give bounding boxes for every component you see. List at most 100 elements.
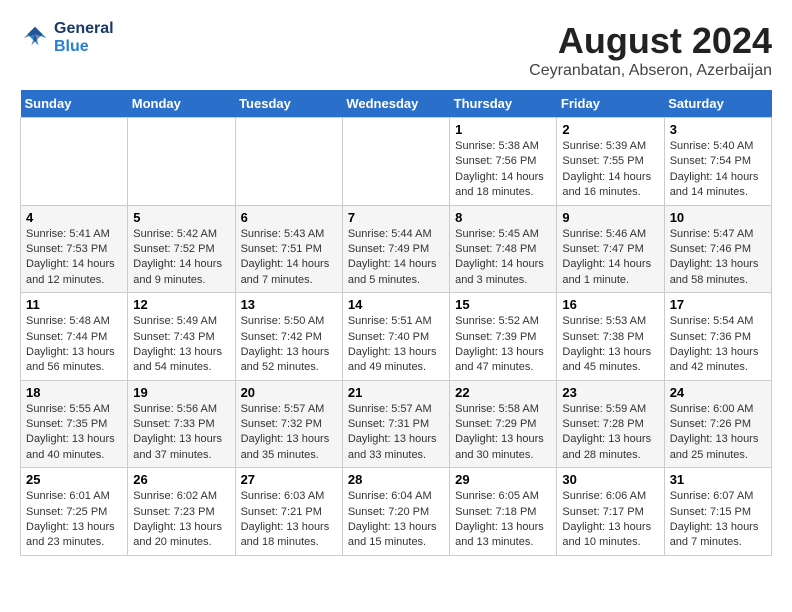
page-header: General Blue August 2024 Ceyranbatan, Ab… bbox=[20, 20, 772, 80]
day-number: 15 bbox=[455, 297, 551, 312]
day-info: Sunrise: 5:53 AMSunset: 7:38 PMDaylight:… bbox=[562, 314, 658, 376]
calendar-subtitle: Ceyranbatan, Abseron, Azerbaijan bbox=[529, 62, 772, 80]
calendar-cell: 10Sunrise: 5:47 AMSunset: 7:46 PMDayligh… bbox=[664, 205, 771, 293]
day-number: 9 bbox=[562, 210, 658, 225]
day-info: Sunrise: 6:01 AMSunset: 7:25 PMDaylight:… bbox=[26, 489, 122, 551]
day-number: 30 bbox=[562, 472, 658, 487]
calendar-cell: 26 Sunrise: 6:02 AMSunset: 7:23 PMDayligh… bbox=[128, 468, 235, 556]
calendar-cell: 13 Sunrise: 5:50 AMSunset: 7:42 PMDayligh… bbox=[235, 293, 342, 381]
calendar-cell: 24Sunrise: 6:00 AMSunset: 7:26 PMDayligh… bbox=[664, 380, 771, 468]
calendar-cell: 4Sunrise: 5:41 AMSunset: 7:53 PMDaylight… bbox=[21, 205, 128, 293]
day-info: Sunrise: 5:56 AMSunset: 7:33 PMDaylight:… bbox=[133, 402, 229, 464]
day-info: Sunrise: 5:55 AMSunset: 7:35 PMDaylight:… bbox=[26, 402, 122, 464]
calendar-cell: 25 Sunrise: 6:01 AMSunset: 7:25 PMDayligh… bbox=[21, 468, 128, 556]
day-number: 23 bbox=[562, 385, 658, 400]
weekday-header-friday: Friday bbox=[557, 90, 664, 118]
weekday-header-thursday: Thursday bbox=[450, 90, 557, 118]
day-info: Sunrise: 5:49 AMSunset: 7:43 PMDaylight:… bbox=[133, 314, 229, 376]
calendar-cell: 3 Sunrise: 5:40 AMSunset: 7:54 PMDaylight… bbox=[664, 118, 771, 206]
calendar-cell bbox=[235, 118, 342, 206]
day-number: 25 bbox=[26, 472, 122, 487]
day-info: Sunrise: 5:58 AMSunset: 7:29 PMDaylight:… bbox=[455, 402, 551, 464]
day-info: Sunrise: 6:02 AMSunset: 7:23 PMDaylight:… bbox=[133, 489, 229, 551]
day-info: Sunrise: 6:03 AMSunset: 7:21 PMDaylight:… bbox=[241, 489, 337, 551]
logo-text-general: General bbox=[54, 20, 114, 38]
calendar-cell: 17Sunrise: 5:54 AMSunset: 7:36 PMDayligh… bbox=[664, 293, 771, 381]
day-info: Sunrise: 5:46 AMSunset: 7:47 PMDaylight:… bbox=[562, 227, 658, 289]
day-number: 6 bbox=[241, 210, 337, 225]
calendar-cell: 9 Sunrise: 5:46 AMSunset: 7:47 PMDaylight… bbox=[557, 205, 664, 293]
calendar-cell: 11 Sunrise: 5:48 AMSunset: 7:44 PMDayligh… bbox=[21, 293, 128, 381]
day-info: Sunrise: 6:05 AMSunset: 7:18 PMDaylight:… bbox=[455, 489, 551, 551]
day-number: 1 bbox=[455, 122, 551, 137]
logo-text-blue: Blue bbox=[54, 38, 114, 56]
week-row-1: 1 Sunrise: 5:38 AMSunset: 7:56 PMDaylight… bbox=[21, 118, 772, 206]
weekday-header-monday: Monday bbox=[128, 90, 235, 118]
day-number: 27 bbox=[241, 472, 337, 487]
day-info: Sunrise: 5:45 AMSunset: 7:48 PMDaylight:… bbox=[455, 227, 551, 289]
day-number: 3 bbox=[670, 122, 766, 137]
week-row-2: 4Sunrise: 5:41 AMSunset: 7:53 PMDaylight… bbox=[21, 205, 772, 293]
day-number: 7 bbox=[348, 210, 444, 225]
week-row-4: 18 Sunrise: 5:55 AMSunset: 7:35 PMDayligh… bbox=[21, 380, 772, 468]
day-info: Sunrise: 5:52 AMSunset: 7:39 PMDaylight:… bbox=[455, 314, 551, 376]
calendar-cell: 2 Sunrise: 5:39 AMSunset: 7:55 PMDaylight… bbox=[557, 118, 664, 206]
day-info: Sunrise: 5:57 AMSunset: 7:31 PMDaylight:… bbox=[348, 402, 444, 464]
day-info: Sunrise: 5:42 AMSunset: 7:52 PMDaylight:… bbox=[133, 227, 229, 289]
calendar-cell: 30 Sunrise: 6:06 AMSunset: 7:17 PMDayligh… bbox=[557, 468, 664, 556]
day-number: 2 bbox=[562, 122, 658, 137]
day-number: 11 bbox=[26, 297, 122, 312]
calendar-cell: 6Sunrise: 5:43 AMSunset: 7:51 PMDaylight… bbox=[235, 205, 342, 293]
calendar-title: August 2024 bbox=[529, 20, 772, 62]
day-number: 21 bbox=[348, 385, 444, 400]
day-number: 24 bbox=[670, 385, 766, 400]
logo: General Blue bbox=[20, 20, 114, 56]
weekday-header-saturday: Saturday bbox=[664, 90, 771, 118]
title-block: August 2024 Ceyranbatan, Abseron, Azerba… bbox=[529, 20, 772, 80]
logo-icon bbox=[20, 23, 50, 53]
calendar-cell: 14Sunrise: 5:51 AMSunset: 7:40 PMDayligh… bbox=[342, 293, 449, 381]
day-info: Sunrise: 5:50 AMSunset: 7:42 PMDaylight:… bbox=[241, 314, 337, 376]
day-info: Sunrise: 6:06 AMSunset: 7:17 PMDaylight:… bbox=[562, 489, 658, 551]
calendar-cell: 31Sunrise: 6:07 AMSunset: 7:15 PMDayligh… bbox=[664, 468, 771, 556]
day-info: Sunrise: 5:40 AMSunset: 7:54 PMDaylight:… bbox=[670, 139, 766, 201]
day-info: Sunrise: 5:41 AMSunset: 7:53 PMDaylight:… bbox=[26, 227, 122, 289]
calendar-table: SundayMondayTuesdayWednesdayThursdayFrid… bbox=[20, 90, 772, 556]
day-info: Sunrise: 5:44 AMSunset: 7:49 PMDaylight:… bbox=[348, 227, 444, 289]
day-number: 31 bbox=[670, 472, 766, 487]
day-number: 29 bbox=[455, 472, 551, 487]
day-number: 13 bbox=[241, 297, 337, 312]
week-row-5: 25 Sunrise: 6:01 AMSunset: 7:25 PMDayligh… bbox=[21, 468, 772, 556]
calendar-cell: 7 Sunrise: 5:44 AMSunset: 7:49 PMDaylight… bbox=[342, 205, 449, 293]
calendar-cell: 16 Sunrise: 5:53 AMSunset: 7:38 PMDayligh… bbox=[557, 293, 664, 381]
week-row-3: 11 Sunrise: 5:48 AMSunset: 7:44 PMDayligh… bbox=[21, 293, 772, 381]
day-number: 28 bbox=[348, 472, 444, 487]
calendar-cell: 19Sunrise: 5:56 AMSunset: 7:33 PMDayligh… bbox=[128, 380, 235, 468]
calendar-cell bbox=[21, 118, 128, 206]
day-number: 20 bbox=[241, 385, 337, 400]
weekday-header-wednesday: Wednesday bbox=[342, 90, 449, 118]
day-info: Sunrise: 5:48 AMSunset: 7:44 PMDaylight:… bbox=[26, 314, 122, 376]
day-info: Sunrise: 6:04 AMSunset: 7:20 PMDaylight:… bbox=[348, 489, 444, 551]
day-number: 5 bbox=[133, 210, 229, 225]
calendar-cell bbox=[128, 118, 235, 206]
day-number: 16 bbox=[562, 297, 658, 312]
weekday-header-row: SundayMondayTuesdayWednesdayThursdayFrid… bbox=[21, 90, 772, 118]
day-number: 18 bbox=[26, 385, 122, 400]
day-number: 8 bbox=[455, 210, 551, 225]
day-number: 26 bbox=[133, 472, 229, 487]
calendar-cell: 21 Sunrise: 5:57 AMSunset: 7:31 PMDayligh… bbox=[342, 380, 449, 468]
day-info: Sunrise: 5:54 AMSunset: 7:36 PMDaylight:… bbox=[670, 314, 766, 376]
day-info: Sunrise: 5:59 AMSunset: 7:28 PMDaylight:… bbox=[562, 402, 658, 464]
calendar-cell: 1 Sunrise: 5:38 AMSunset: 7:56 PMDaylight… bbox=[450, 118, 557, 206]
calendar-cell: 15 Sunrise: 5:52 AMSunset: 7:39 PMDayligh… bbox=[450, 293, 557, 381]
calendar-cell: 29 Sunrise: 6:05 AMSunset: 7:18 PMDayligh… bbox=[450, 468, 557, 556]
calendar-cell: 22Sunrise: 5:58 AMSunset: 7:29 PMDayligh… bbox=[450, 380, 557, 468]
day-number: 14 bbox=[348, 297, 444, 312]
calendar-cell: 28 Sunrise: 6:04 AMSunset: 7:20 PMDayligh… bbox=[342, 468, 449, 556]
day-info: Sunrise: 5:39 AMSunset: 7:55 PMDaylight:… bbox=[562, 139, 658, 201]
weekday-header-tuesday: Tuesday bbox=[235, 90, 342, 118]
day-info: Sunrise: 5:38 AMSunset: 7:56 PMDaylight:… bbox=[455, 139, 551, 201]
day-number: 10 bbox=[670, 210, 766, 225]
calendar-cell: 27 Sunrise: 6:03 AMSunset: 7:21 PMDayligh… bbox=[235, 468, 342, 556]
